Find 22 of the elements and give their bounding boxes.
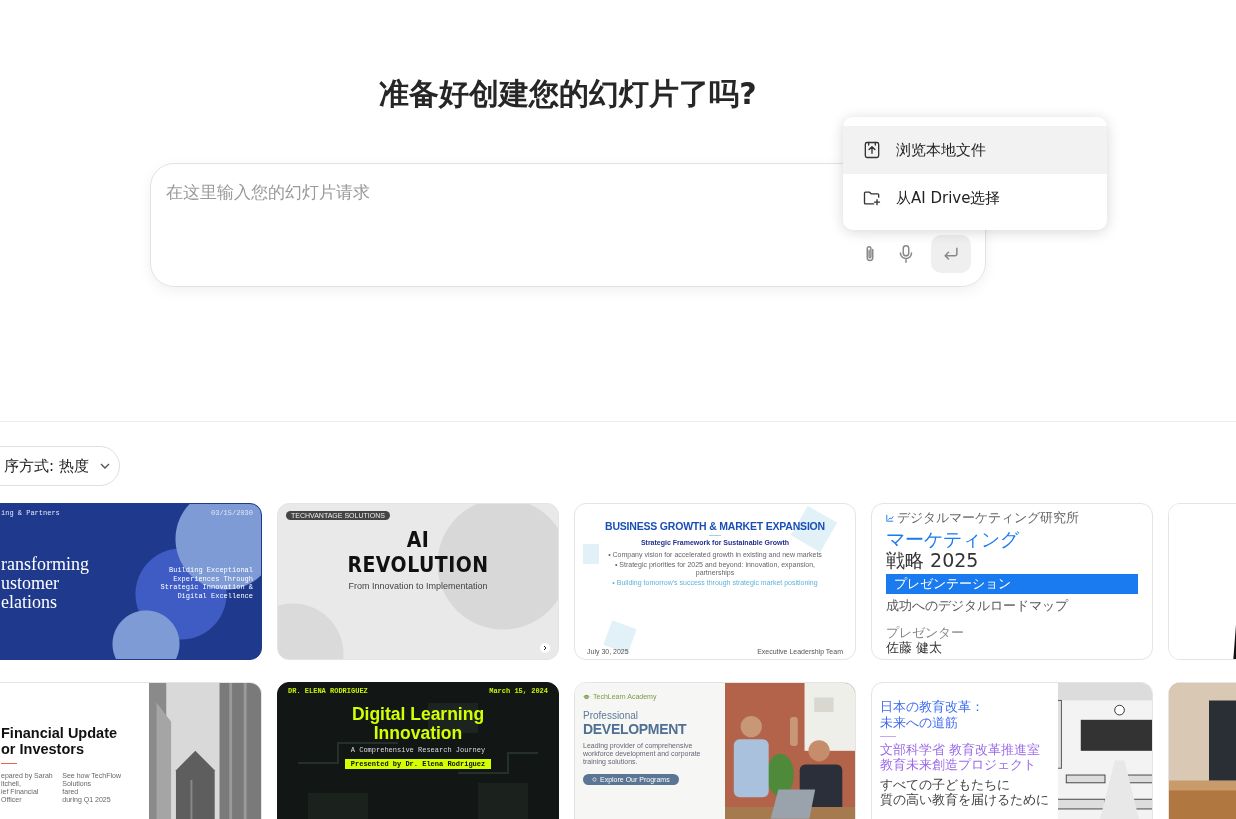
organization-text: 教育未来創造プロジェクト [880,757,1037,772]
slide-title: Professional [583,710,640,721]
slide-title: マーケティング [886,529,1020,550]
slide-title: ransforming ustomer elations [1,554,89,612]
slide-subtitle: 成功へのデジタルロードマップ [886,597,1070,615]
slide-title: BUSINESS GROWTH & MARKET EXPANSION [605,520,825,532]
slide-title: AI REVOLUTION [347,528,489,578]
slide-title: 未来への道筋 [880,715,959,731]
slide-title: Digital Learning Innovation [351,705,485,743]
presenter-label: プレゼンター [886,625,965,640]
slide-title: 日本の教育改革： [880,699,985,715]
presenter-name: 佐藤 健太 [886,640,944,655]
slide-subtitle: From Innovation to Implementation [348,581,488,591]
slide-title: 戦略 2025 [886,550,980,571]
slide-banner: プレゼンテーション [886,574,1138,594]
page-title: 准备好创建您的幻灯片了吗? [379,75,757,113]
slide-title: DEVELOPMENT [583,721,688,737]
organization-text: デジタルマーケティング研究所 [897,509,1079,527]
slide-title: Financial Update or Investors [0,725,119,757]
organization-text: 文部科学省 教育改革推進室 [880,742,1042,757]
slide-message: 質の高い教育を届けるために [880,792,1050,807]
slide-message: すべての子どもたちに [880,777,1011,792]
